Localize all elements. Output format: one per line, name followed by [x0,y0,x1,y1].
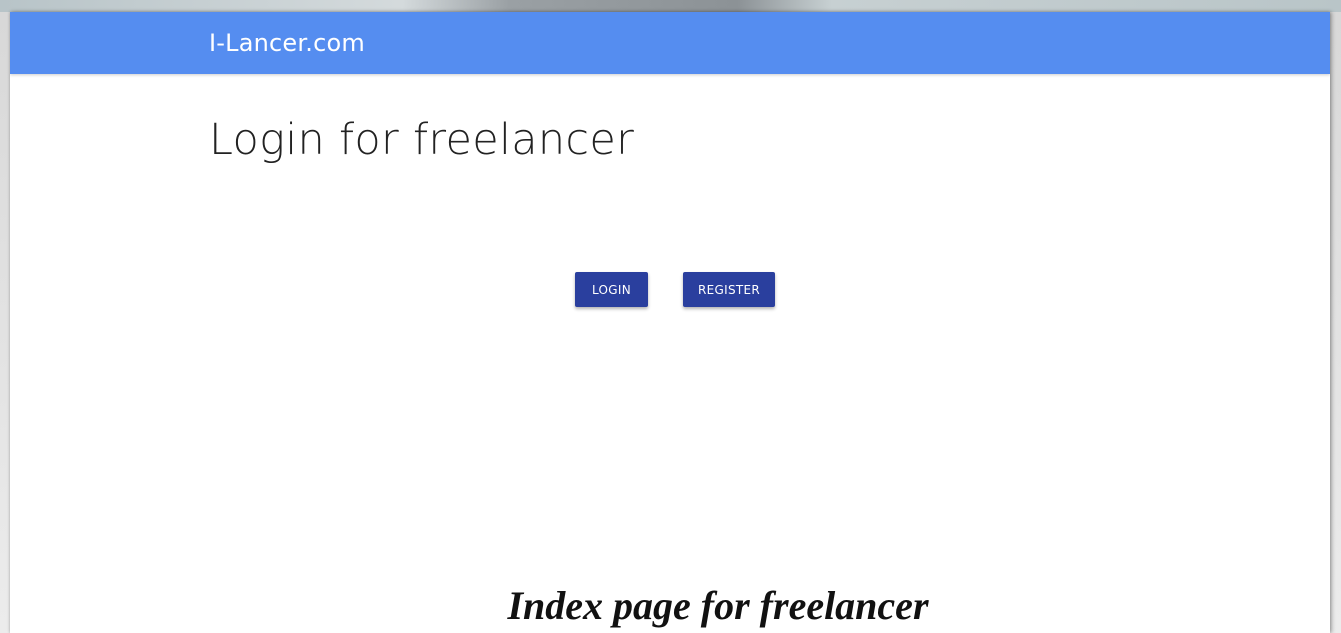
app-bar: I-Lancer.com [10,12,1330,74]
page-title: Login for freelancer [209,115,635,165]
desktop-background-strip [0,0,1341,12]
screenshot-frame: I-Lancer.com Login for freelancer LOGIN … [0,0,1341,633]
register-button[interactable]: REGISTER [683,272,775,307]
login-button[interactable]: LOGIN [575,272,648,307]
brand-link[interactable]: I-Lancer.com [209,29,365,57]
figure-caption: Index page for freelancer [507,583,929,628]
browser-window: I-Lancer.com Login for freelancer LOGIN … [10,12,1330,633]
